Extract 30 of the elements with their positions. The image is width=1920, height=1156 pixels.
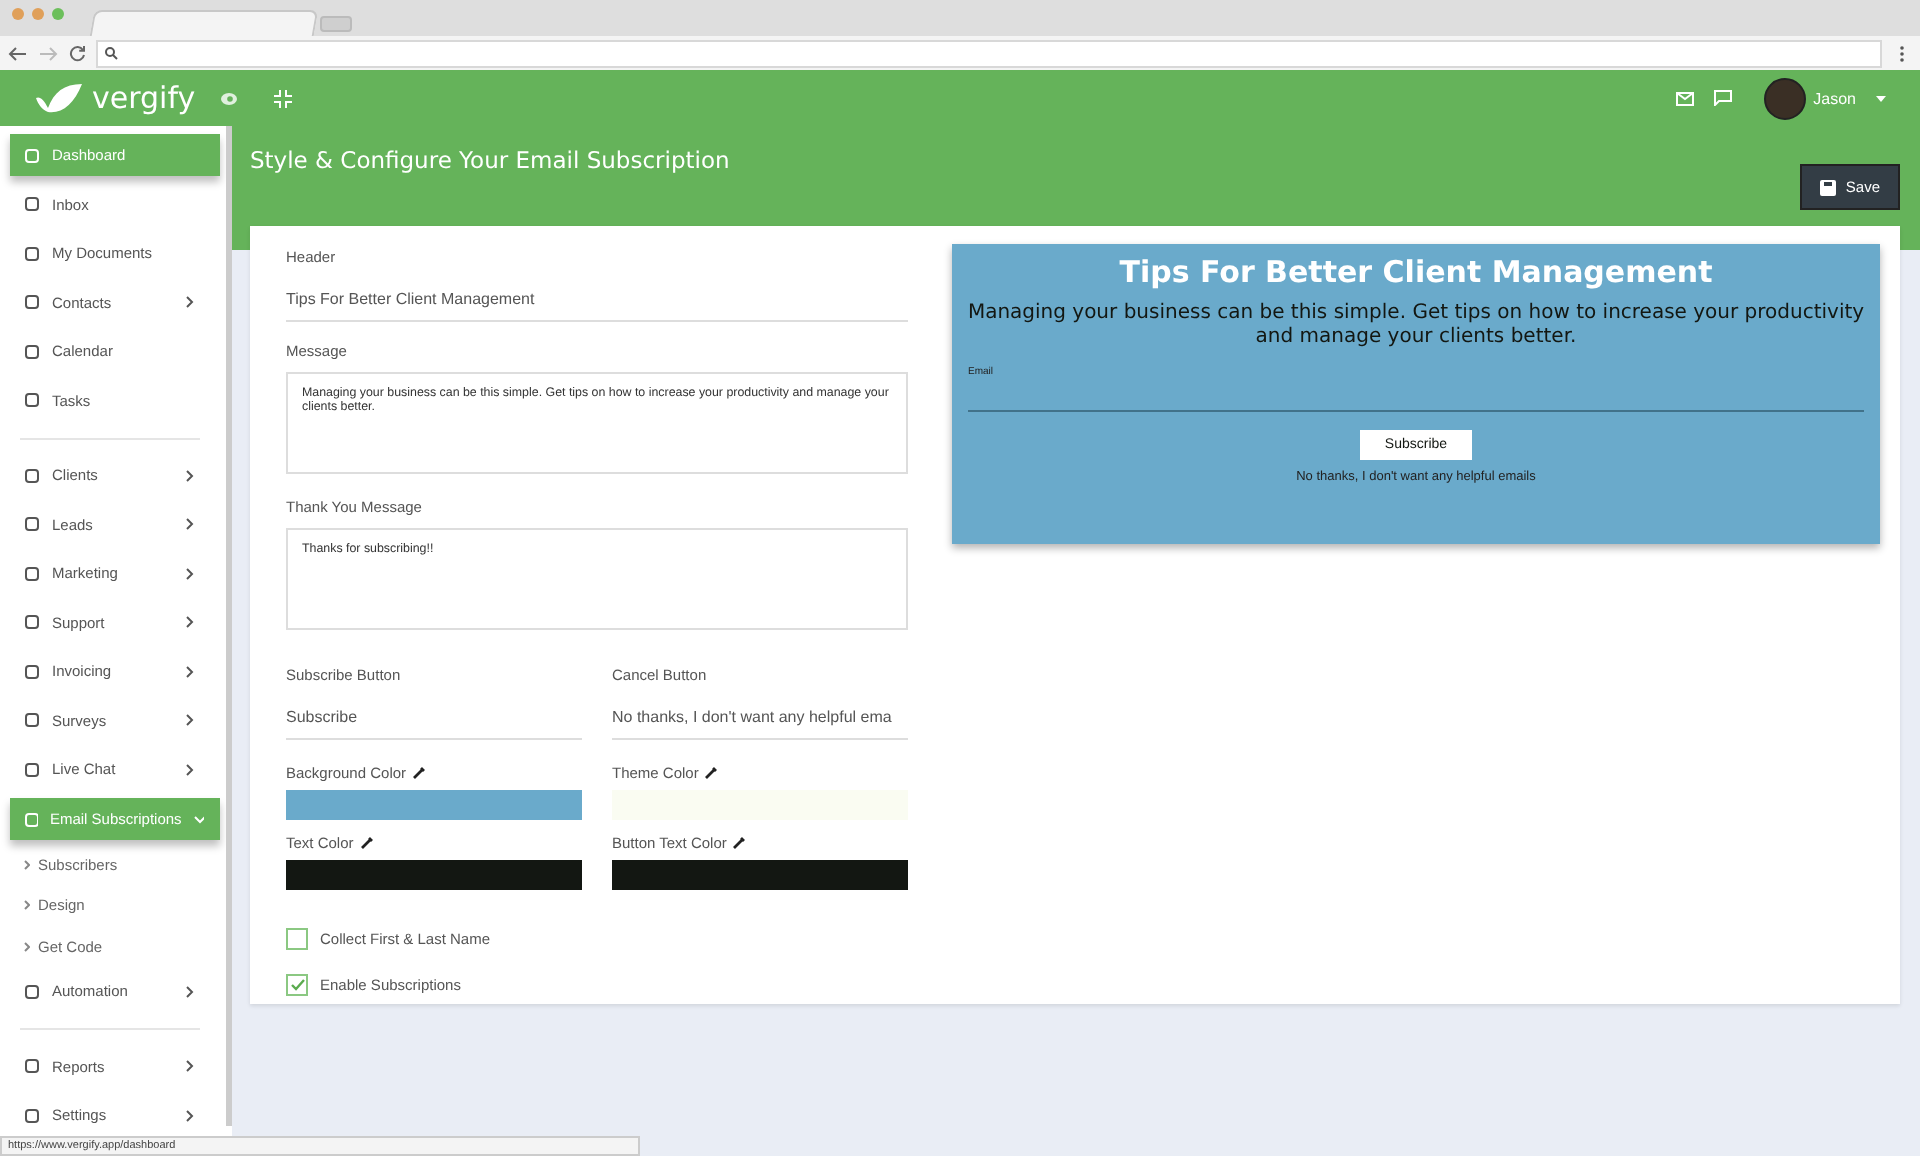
eyedropper-icon[interactable]	[732, 836, 747, 850]
preview-message: Managing your business can be this simple. Get tips on how to increase your productivity and manage your clients better.	[966, 302, 1866, 350]
back-arrow-icon[interactable]	[8, 45, 28, 61]
page-title: Style & Configure Your Email Subscription	[250, 146, 730, 174]
eyedropper-icon[interactable]	[359, 836, 374, 850]
avatar[interactable]	[1763, 77, 1806, 119]
address-bar[interactable]	[96, 39, 1882, 67]
color-swatch[interactable]	[286, 790, 582, 820]
forward-arrow-icon[interactable]	[38, 45, 58, 61]
preview-title: Tips For Better Client Management	[1119, 254, 1713, 290]
color-swatch[interactable]	[286, 860, 582, 890]
chevron-right-icon	[24, 941, 30, 952]
close-window-icon[interactable]	[12, 8, 24, 20]
chevron-right-icon	[24, 900, 30, 911]
checkbox[interactable]	[286, 974, 308, 996]
maximize-window-icon[interactable]	[52, 8, 64, 20]
menu-icon[interactable]	[1898, 43, 1906, 63]
eye-icon[interactable]	[219, 91, 238, 105]
caret-down-icon[interactable]	[1876, 95, 1886, 101]
reload-icon[interactable]	[68, 44, 86, 62]
brand-name: vergify	[92, 80, 196, 116]
checkbox[interactable]	[286, 928, 308, 950]
eyedropper-icon[interactable]	[412, 766, 427, 780]
leaf-logo-icon	[32, 82, 84, 114]
collapse-icon[interactable]	[273, 89, 292, 107]
minimize-window-icon[interactable]	[32, 8, 44, 20]
eyedropper-icon[interactable]	[704, 766, 719, 780]
chevron-right-icon	[24, 859, 30, 870]
color-swatch[interactable]	[612, 860, 908, 890]
new-tab-button[interactable]	[320, 16, 352, 32]
